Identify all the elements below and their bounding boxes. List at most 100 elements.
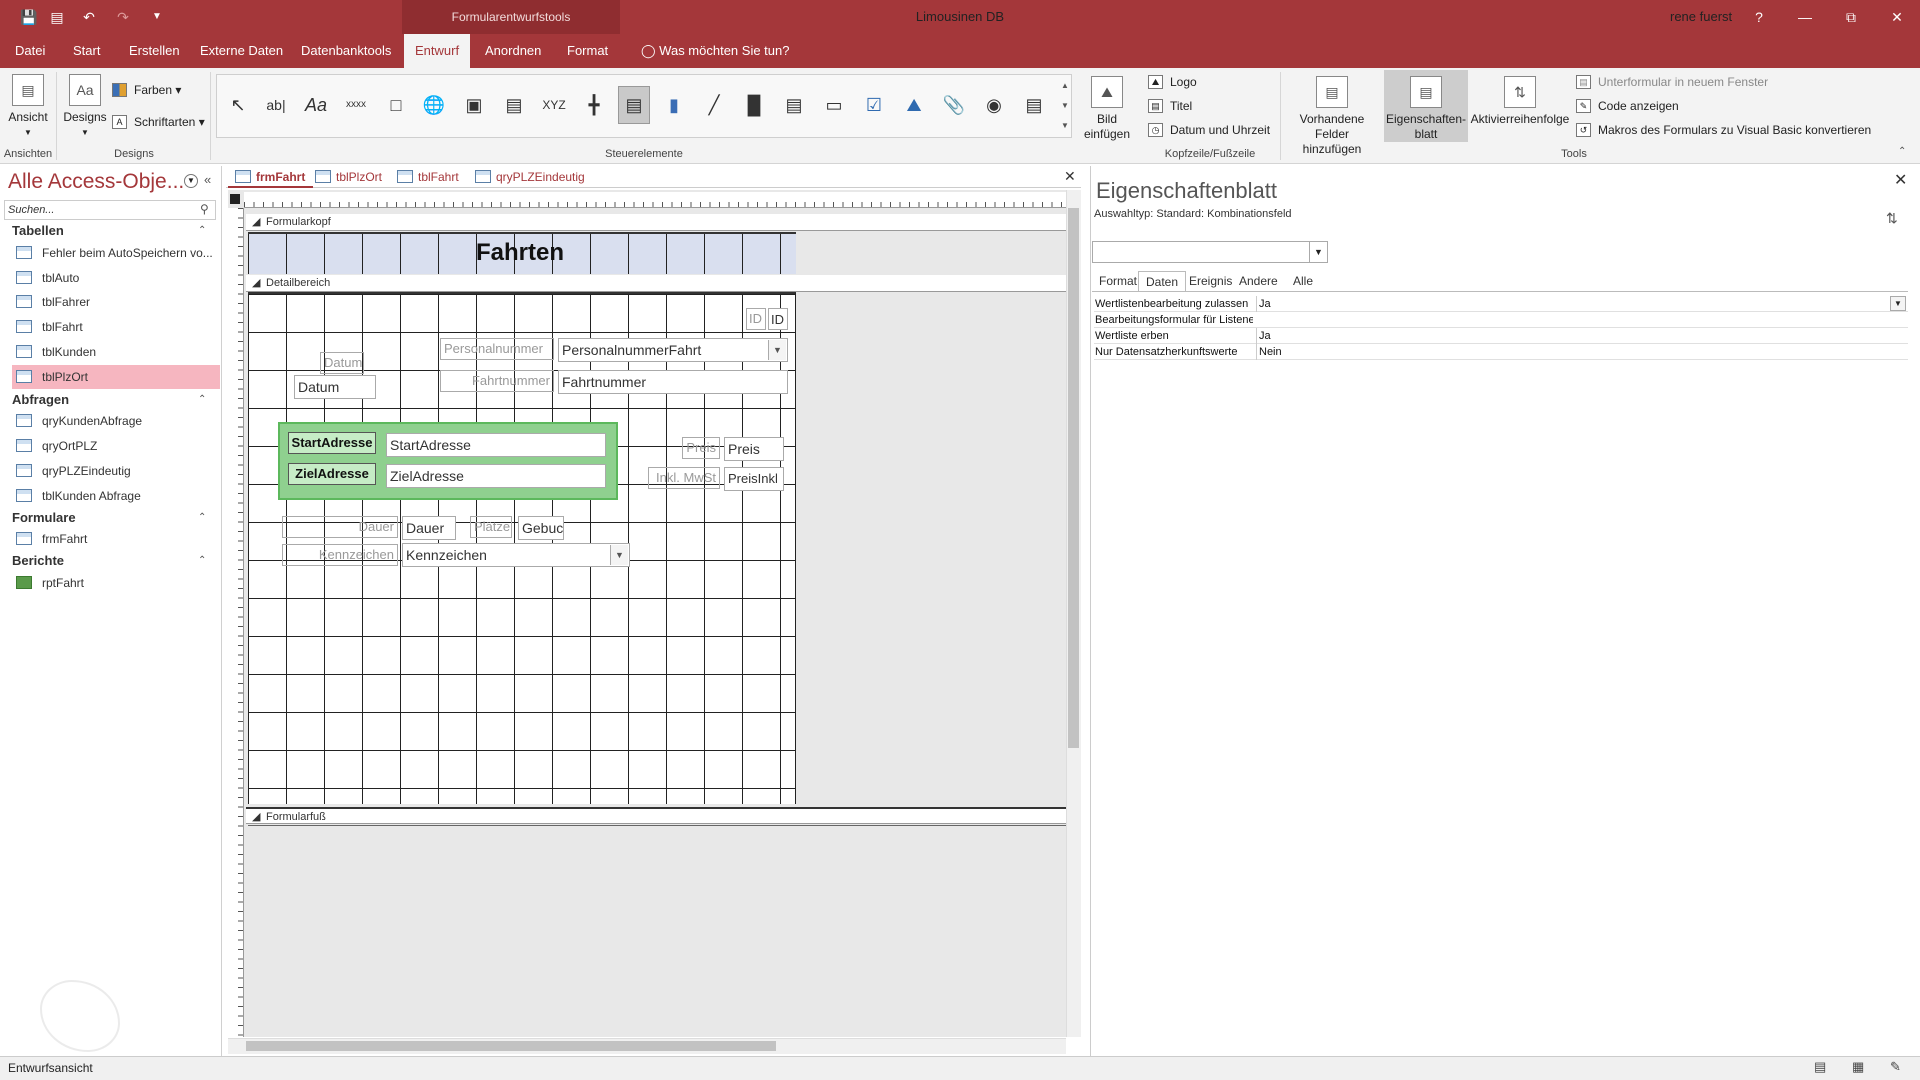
toggle-button-icon[interactable]: █ [738, 86, 770, 124]
unterformular-button[interactable]: ▤ Unterformular in neuem Fenster [1576, 72, 1768, 92]
search-icon[interactable]: ⚲ [200, 202, 209, 216]
horizontal-scroll-thumb[interactable] [246, 1041, 776, 1051]
prop-tab-alle[interactable]: Alle [1286, 271, 1320, 291]
tab-datenbanktools[interactable]: Datenbanktools [290, 34, 402, 68]
save-icon[interactable]: 💾 [18, 6, 40, 28]
chevron-down-icon[interactable]: ▼ [1890, 296, 1906, 311]
prop-tab-andere[interactable]: Andere [1232, 271, 1285, 291]
nav-item-table-selected[interactable]: tblPlzOrt [12, 365, 220, 389]
fahrtnummer-field[interactable]: Fahrtnummer [558, 370, 788, 394]
section-collapse-icon[interactable]: ⌃ [198, 555, 206, 566]
nav-item-table[interactable]: tblFahrt [12, 315, 220, 339]
object-selector-dropdown[interactable]: ▼ [1092, 241, 1328, 263]
nav-search-input[interactable]: Suchen... [4, 200, 216, 220]
horizontal-ruler[interactable] [244, 192, 1066, 208]
textbox-control-icon[interactable]: ab| [260, 86, 292, 124]
chevron-down-icon[interactable]: ▼ [1309, 242, 1327, 262]
prop-value[interactable]: Nein [1256, 344, 1908, 360]
listbox-control-icon[interactable]: ▤ [778, 86, 810, 124]
option-button-icon[interactable]: ◉ [978, 86, 1010, 124]
preis-field[interactable]: Preis [724, 437, 784, 461]
zieladresse-field[interactable]: ZielAdresse [386, 464, 606, 488]
section-collapse-icon[interactable]: ⌃ [198, 394, 206, 405]
form-selector[interactable] [230, 194, 240, 204]
gebucht-field[interactable]: Gebucl [518, 516, 564, 540]
prop-tab-format[interactable]: Format [1092, 271, 1144, 291]
doc-tab-tblplzort[interactable]: tblPlzOrt [308, 166, 390, 188]
prop-tab-ereignis[interactable]: Ereignis [1182, 271, 1239, 291]
prop-row[interactable]: Bearbeitungsformular für Listenelemente [1094, 312, 1908, 328]
page-break-icon[interactable]: ╋ [578, 86, 610, 124]
section-collapse-icon[interactable]: ⌃ [198, 225, 206, 236]
vertical-scroll-thumb[interactable] [1068, 208, 1079, 748]
help-button[interactable]: ? [1736, 0, 1782, 34]
personalnummer-label[interactable]: Personalnummer [440, 338, 554, 360]
nav-collapse-icon[interactable]: « [204, 172, 211, 187]
option-group-icon[interactable]: XYZ [538, 86, 570, 124]
doc-tab-tblfahrt[interactable]: tblFahrt [390, 166, 467, 188]
tab-format[interactable]: Format [556, 34, 619, 68]
prop-row[interactable]: Wertliste erben Ja [1094, 328, 1908, 344]
preis-label[interactable]: Preis [682, 437, 720, 459]
nav-section-formulare[interactable]: Formulare [12, 510, 76, 525]
tab-erstellen[interactable]: Erstellen [118, 34, 191, 68]
vorhandene-felder-button[interactable]: ▤ Vorhandene Felder hinzufügen [1284, 76, 1380, 157]
close-button[interactable]: ✕ [1874, 0, 1920, 34]
nav-section-abfragen[interactable]: Abfragen [12, 392, 69, 407]
prop-value[interactable]: Ja [1256, 296, 1908, 312]
select-pointer-icon[interactable]: ↖ [222, 86, 254, 124]
prop-value[interactable]: Ja [1256, 328, 1908, 344]
prop-row[interactable]: Wertlistenbearbeitung zulassen Ja ▼ [1094, 296, 1908, 312]
bild-einfuegen-button[interactable]: ⛰ Bild einfügen [1076, 76, 1138, 142]
datum-field[interactable]: Datum [294, 375, 376, 399]
rectangle-control-icon[interactable]: ▭ [818, 86, 850, 124]
nav-item-table[interactable]: Fehler beim AutoSpeichern vo... [12, 241, 220, 265]
aktivierreihenfolge-button[interactable]: ⇅ Aktivierreihenfolge [1470, 76, 1570, 127]
tab-anordnen[interactable]: Anordnen [474, 34, 552, 68]
logo-button[interactable]: ⛰ Logo [1148, 72, 1197, 92]
form-footer-area[interactable] [248, 825, 1066, 1037]
fahrtnummer-label[interactable]: Fahrtnummer [440, 370, 554, 392]
chevron-down-icon[interactable]: ▼ [610, 545, 628, 565]
navigation-control-icon[interactable]: ▤ [498, 86, 530, 124]
nav-item-query[interactable]: tblKunden Abfrage [12, 484, 220, 508]
tab-externe-daten[interactable]: Externe Daten [189, 34, 294, 68]
button-control-icon[interactable]: xxxx [340, 86, 372, 124]
hyperlink-control-icon[interactable]: 🌐 [418, 86, 450, 124]
redo-icon[interactable]: ↷ [112, 6, 134, 28]
image-control-icon[interactable]: ⛰ [898, 86, 930, 124]
nav-item-query[interactable]: qryPLZEindeutig [12, 459, 220, 483]
schriftarten-button[interactable]: A Schriftarten ▾ [112, 112, 205, 132]
tab-start[interactable]: Start [62, 34, 111, 68]
design-view-icon[interactable]: ✎ [1890, 1059, 1901, 1075]
label-control-icon[interactable]: Aa [300, 86, 332, 124]
nav-item-query[interactable]: qryKundenAbfrage [12, 409, 220, 433]
minimize-button[interactable]: — [1782, 0, 1828, 34]
tab-entwurf[interactable]: Entwurf [404, 34, 471, 68]
id-field[interactable]: ID [768, 308, 788, 330]
nav-item-table[interactable]: tblAuto [12, 266, 220, 290]
dauer-label[interactable]: Dauer [282, 516, 398, 538]
vertical-ruler[interactable] [228, 208, 244, 1037]
nav-item-query[interactable]: qryOrtPLZ [12, 434, 220, 458]
gallery-scroll[interactable]: ▲ ▼ ▼ [1058, 76, 1072, 136]
line-control-icon[interactable]: ╱ [698, 86, 730, 124]
doc-tab-qryplzeindeutig[interactable]: qryPLZEindeutig [468, 166, 593, 188]
dauer-field[interactable]: Dauer [402, 516, 456, 540]
nav-title[interactable]: Alle Access-Obje... [8, 170, 184, 194]
designs-button[interactable]: Aa Designs ▼ [62, 74, 108, 140]
combobox-control-icon[interactable]: ▤ [618, 86, 650, 124]
id-label[interactable]: ID [746, 308, 766, 330]
tab-datei[interactable]: Datei [4, 34, 56, 68]
form-view-icon[interactable]: ▤ [46, 6, 68, 28]
prop-tab-daten[interactable]: Daten [1138, 271, 1187, 291]
datum-label[interactable]: Datum [320, 352, 364, 374]
nav-item-form[interactable]: frmFahrt [12, 527, 220, 551]
checkbox-control-icon[interactable]: ☑ [858, 86, 890, 124]
attachment-control-icon[interactable]: 📎 [938, 86, 970, 124]
zieladresse-label[interactable]: ZielAdresse [288, 463, 376, 485]
kennzeichen-combobox[interactable]: Kennzeichen ▼ [402, 543, 630, 567]
user-name[interactable]: rene fuerst [1670, 0, 1732, 34]
eigenschaftenblatt-button[interactable]: ▤ Eigenschaften- blatt [1384, 70, 1468, 142]
chevron-down-icon[interactable]: ▼ [768, 340, 786, 360]
